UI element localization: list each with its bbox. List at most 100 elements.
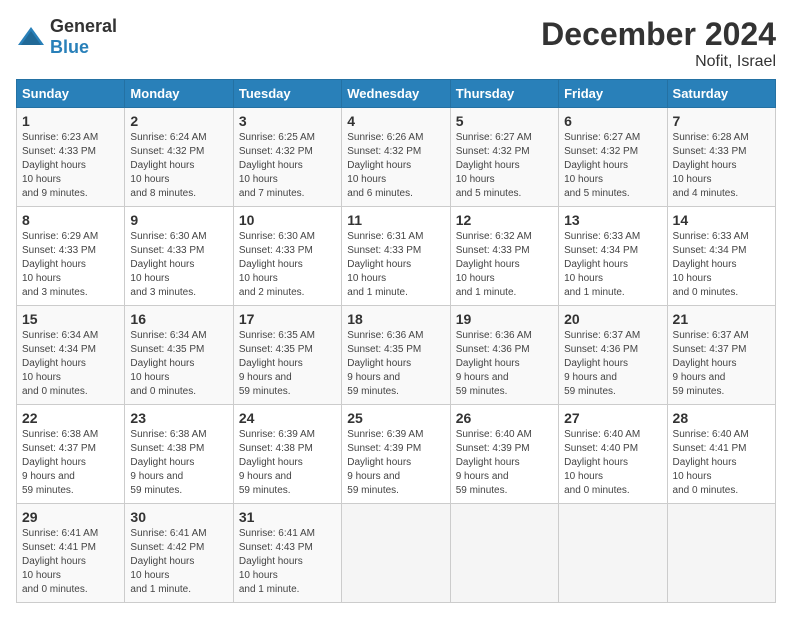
- day-cell-2: 2 Sunrise: 6:24 AM Sunset: 4:32 PM Dayli…: [125, 108, 233, 207]
- day-info: Sunrise: 6:38 AM Sunset: 4:38 PM Dayligh…: [130, 428, 227, 498]
- logo-blue: Blue: [50, 37, 89, 57]
- day-info: Sunrise: 6:34 AM Sunset: 4:35 PM Dayligh…: [130, 329, 227, 399]
- day-number: 26: [456, 410, 553, 426]
- day-cell-24: 24 Sunrise: 6:39 AM Sunset: 4:38 PM Dayl…: [233, 405, 341, 504]
- day-number: 25: [347, 410, 444, 426]
- day-info: Sunrise: 6:41 AM Sunset: 4:43 PM Dayligh…: [239, 527, 336, 597]
- month-title: December 2024: [541, 16, 776, 53]
- day-info: Sunrise: 6:32 AM Sunset: 4:33 PM Dayligh…: [456, 230, 553, 300]
- day-info: Sunrise: 6:30 AM Sunset: 4:33 PM Dayligh…: [130, 230, 227, 300]
- week-row-3: 15 Sunrise: 6:34 AM Sunset: 4:34 PM Dayl…: [17, 306, 776, 405]
- day-number: 22: [22, 410, 119, 426]
- day-header-tuesday: Tuesday: [233, 80, 341, 108]
- day-cell-18: 18 Sunrise: 6:36 AM Sunset: 4:35 PM Dayl…: [342, 306, 450, 405]
- day-info: Sunrise: 6:39 AM Sunset: 4:38 PM Dayligh…: [239, 428, 336, 498]
- day-number: 17: [239, 311, 336, 327]
- day-info: Sunrise: 6:33 AM Sunset: 4:34 PM Dayligh…: [673, 230, 770, 300]
- header: General Blue December 2024 Nofit, Israel: [16, 16, 776, 71]
- day-header-monday: Monday: [125, 80, 233, 108]
- day-cell-9: 9 Sunrise: 6:30 AM Sunset: 4:33 PM Dayli…: [125, 207, 233, 306]
- day-number: 6: [564, 113, 661, 129]
- day-info: Sunrise: 6:35 AM Sunset: 4:35 PM Dayligh…: [239, 329, 336, 399]
- day-number: 29: [22, 509, 119, 525]
- week-row-2: 8 Sunrise: 6:29 AM Sunset: 4:33 PM Dayli…: [17, 207, 776, 306]
- day-info: Sunrise: 6:23 AM Sunset: 4:33 PM Dayligh…: [22, 131, 119, 201]
- day-cell-20: 20 Sunrise: 6:37 AM Sunset: 4:36 PM Dayl…: [559, 306, 667, 405]
- day-cell-15: 15 Sunrise: 6:34 AM Sunset: 4:34 PM Dayl…: [17, 306, 125, 405]
- day-cell-30: 30 Sunrise: 6:41 AM Sunset: 4:42 PM Dayl…: [125, 504, 233, 603]
- day-info: Sunrise: 6:29 AM Sunset: 4:33 PM Dayligh…: [22, 230, 119, 300]
- day-number: 3: [239, 113, 336, 129]
- logo-text: General Blue: [50, 16, 117, 58]
- week-row-4: 22 Sunrise: 6:38 AM Sunset: 4:37 PM Dayl…: [17, 405, 776, 504]
- location-title: Nofit, Israel: [541, 53, 776, 71]
- day-number: 24: [239, 410, 336, 426]
- day-number: 4: [347, 113, 444, 129]
- week-row-1: 1 Sunrise: 6:23 AM Sunset: 4:33 PM Dayli…: [17, 108, 776, 207]
- day-cell-26: 26 Sunrise: 6:40 AM Sunset: 4:39 PM Dayl…: [450, 405, 558, 504]
- day-cell-5: 5 Sunrise: 6:27 AM Sunset: 4:32 PM Dayli…: [450, 108, 558, 207]
- day-number: 7: [673, 113, 770, 129]
- calendar-table: SundayMondayTuesdayWednesdayThursdayFrid…: [16, 79, 776, 603]
- day-cell-4: 4 Sunrise: 6:26 AM Sunset: 4:32 PM Dayli…: [342, 108, 450, 207]
- day-info: Sunrise: 6:28 AM Sunset: 4:33 PM Dayligh…: [673, 131, 770, 201]
- day-info: Sunrise: 6:40 AM Sunset: 4:40 PM Dayligh…: [564, 428, 661, 498]
- day-number: 5: [456, 113, 553, 129]
- day-cell-13: 13 Sunrise: 6:33 AM Sunset: 4:34 PM Dayl…: [559, 207, 667, 306]
- day-cell-3: 3 Sunrise: 6:25 AM Sunset: 4:32 PM Dayli…: [233, 108, 341, 207]
- day-info: Sunrise: 6:27 AM Sunset: 4:32 PM Dayligh…: [456, 131, 553, 201]
- day-info: Sunrise: 6:36 AM Sunset: 4:36 PM Dayligh…: [456, 329, 553, 399]
- empty-cell: [559, 504, 667, 603]
- day-number: 14: [673, 212, 770, 228]
- day-number: 28: [673, 410, 770, 426]
- day-number: 19: [456, 311, 553, 327]
- day-cell-23: 23 Sunrise: 6:38 AM Sunset: 4:38 PM Dayl…: [125, 405, 233, 504]
- day-cell-1: 1 Sunrise: 6:23 AM Sunset: 4:33 PM Dayli…: [17, 108, 125, 207]
- day-cell-21: 21 Sunrise: 6:37 AM Sunset: 4:37 PM Dayl…: [667, 306, 775, 405]
- day-number: 8: [22, 212, 119, 228]
- day-cell-17: 17 Sunrise: 6:35 AM Sunset: 4:35 PM Dayl…: [233, 306, 341, 405]
- logo-icon: [16, 25, 46, 49]
- day-cell-25: 25 Sunrise: 6:39 AM Sunset: 4:39 PM Dayl…: [342, 405, 450, 504]
- day-number: 27: [564, 410, 661, 426]
- day-header-saturday: Saturday: [667, 80, 775, 108]
- day-number: 11: [347, 212, 444, 228]
- day-info: Sunrise: 6:30 AM Sunset: 4:33 PM Dayligh…: [239, 230, 336, 300]
- day-info: Sunrise: 6:41 AM Sunset: 4:42 PM Dayligh…: [130, 527, 227, 597]
- day-info: Sunrise: 6:40 AM Sunset: 4:39 PM Dayligh…: [456, 428, 553, 498]
- day-number: 15: [22, 311, 119, 327]
- logo-general: General: [50, 16, 117, 36]
- empty-cell: [450, 504, 558, 603]
- header-row: SundayMondayTuesdayWednesdayThursdayFrid…: [17, 80, 776, 108]
- day-cell-16: 16 Sunrise: 6:34 AM Sunset: 4:35 PM Dayl…: [125, 306, 233, 405]
- day-info: Sunrise: 6:41 AM Sunset: 4:41 PM Dayligh…: [22, 527, 119, 597]
- day-header-friday: Friday: [559, 80, 667, 108]
- day-number: 9: [130, 212, 227, 228]
- day-info: Sunrise: 6:26 AM Sunset: 4:32 PM Dayligh…: [347, 131, 444, 201]
- week-row-5: 29 Sunrise: 6:41 AM Sunset: 4:41 PM Dayl…: [17, 504, 776, 603]
- day-number: 18: [347, 311, 444, 327]
- day-info: Sunrise: 6:40 AM Sunset: 4:41 PM Dayligh…: [673, 428, 770, 498]
- day-number: 1: [22, 113, 119, 129]
- day-info: Sunrise: 6:38 AM Sunset: 4:37 PM Dayligh…: [22, 428, 119, 498]
- day-cell-31: 31 Sunrise: 6:41 AM Sunset: 4:43 PM Dayl…: [233, 504, 341, 603]
- day-info: Sunrise: 6:37 AM Sunset: 4:37 PM Dayligh…: [673, 329, 770, 399]
- day-number: 16: [130, 311, 227, 327]
- day-cell-14: 14 Sunrise: 6:33 AM Sunset: 4:34 PM Dayl…: [667, 207, 775, 306]
- day-cell-6: 6 Sunrise: 6:27 AM Sunset: 4:32 PM Dayli…: [559, 108, 667, 207]
- day-header-wednesday: Wednesday: [342, 80, 450, 108]
- day-number: 13: [564, 212, 661, 228]
- day-info: Sunrise: 6:36 AM Sunset: 4:35 PM Dayligh…: [347, 329, 444, 399]
- day-header-thursday: Thursday: [450, 80, 558, 108]
- day-info: Sunrise: 6:37 AM Sunset: 4:36 PM Dayligh…: [564, 329, 661, 399]
- day-number: 21: [673, 311, 770, 327]
- day-cell-8: 8 Sunrise: 6:29 AM Sunset: 4:33 PM Dayli…: [17, 207, 125, 306]
- day-cell-19: 19 Sunrise: 6:36 AM Sunset: 4:36 PM Dayl…: [450, 306, 558, 405]
- day-number: 31: [239, 509, 336, 525]
- day-info: Sunrise: 6:25 AM Sunset: 4:32 PM Dayligh…: [239, 131, 336, 201]
- day-number: 30: [130, 509, 227, 525]
- day-info: Sunrise: 6:27 AM Sunset: 4:32 PM Dayligh…: [564, 131, 661, 201]
- empty-cell: [667, 504, 775, 603]
- day-cell-27: 27 Sunrise: 6:40 AM Sunset: 4:40 PM Dayl…: [559, 405, 667, 504]
- day-cell-10: 10 Sunrise: 6:30 AM Sunset: 4:33 PM Dayl…: [233, 207, 341, 306]
